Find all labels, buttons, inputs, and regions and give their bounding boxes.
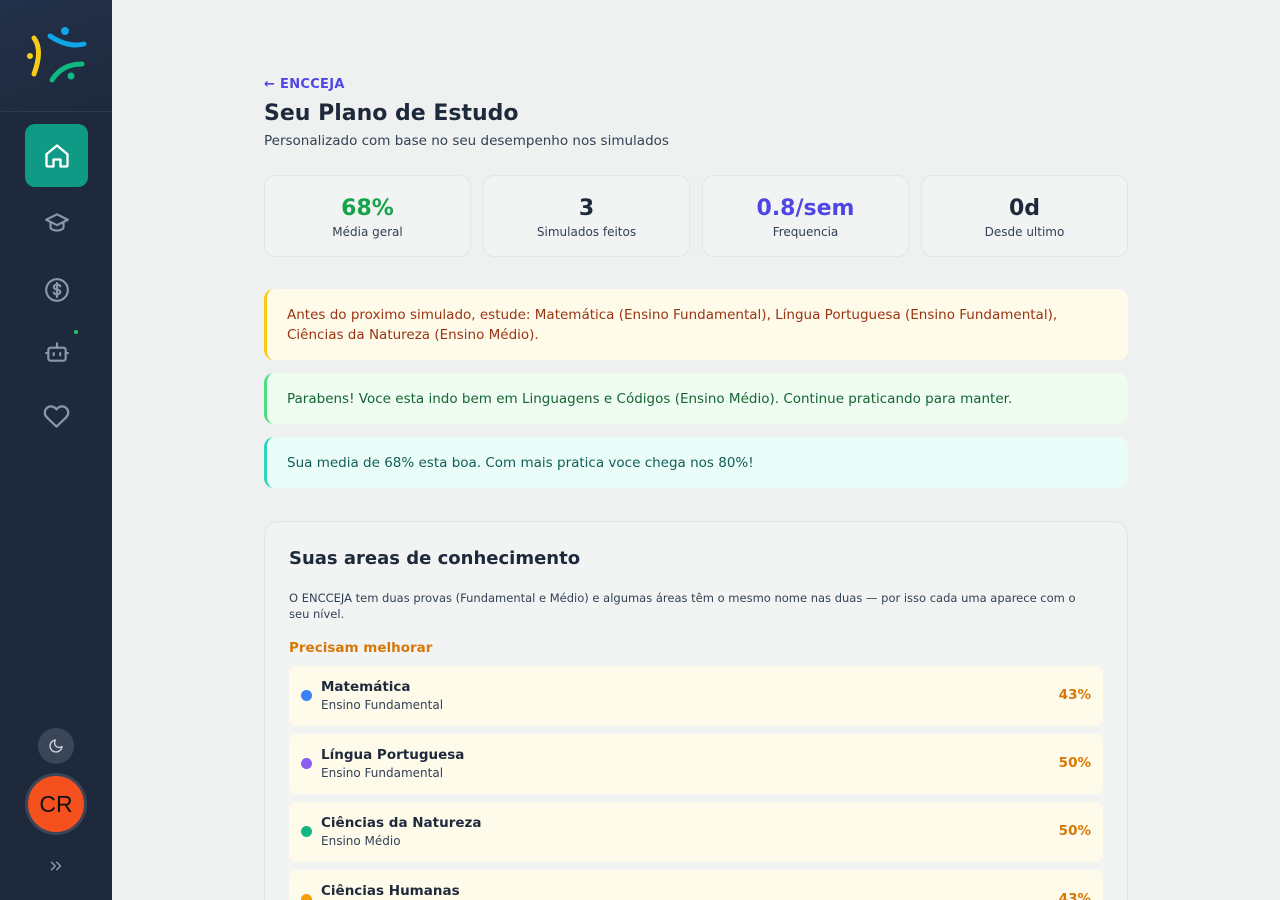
nav-courses[interactable]	[25, 191, 88, 254]
sidebar: CR	[0, 0, 112, 900]
area-row-lingua-portuguesa[interactable]: Língua Portuguesa Ensino Fundamental 50%	[289, 734, 1103, 794]
nav-finance[interactable]	[25, 258, 88, 321]
heart-icon	[43, 405, 70, 428]
logo[interactable]	[0, 0, 112, 112]
stat-card-frequency: 0.8/sem Frequencia	[702, 175, 909, 257]
card-description: O ENCCEJA tem duas provas (Fundamental e…	[289, 591, 1076, 621]
area-row-matematica[interactable]: Matemática Ensino Fundamental 43%	[289, 666, 1103, 726]
nav-assistant[interactable]	[25, 320, 88, 383]
alert-text: Parabens! Voce esta indo bem em Linguage…	[287, 390, 1013, 407]
area-color-dot	[301, 894, 312, 900]
home-icon	[44, 143, 69, 168]
knowledge-areas-card: Suas areas de conhecimento O ENCCEJA tem…	[264, 521, 1128, 900]
area-percent: 43%	[1058, 687, 1091, 703]
area-name: Língua Portuguesa	[321, 747, 465, 763]
area-level: Ensino Fundamental	[321, 766, 444, 780]
stats-row: 68% Média geral 3 Simulados feitos 0.8/s…	[264, 175, 1128, 257]
avatar[interactable]: CR	[25, 773, 87, 835]
alert-text: Sua media de 68% esta boa. Com mais prat…	[287, 454, 754, 471]
area-percent: 43%	[1058, 891, 1091, 900]
area-name: Ciências da Natureza	[321, 815, 482, 831]
stat-label: Desde ultimo	[984, 225, 1065, 239]
stat-card-simulations: 3 Simulados feitos	[483, 175, 690, 257]
nav-favorites[interactable]	[25, 385, 88, 448]
dollar-circle-icon	[44, 277, 69, 302]
area-row-ciencias-humanas[interactable]: Ciências Humanas 43%	[289, 870, 1103, 900]
stat-label: Frequencia	[772, 225, 839, 239]
area-percent: 50%	[1058, 823, 1091, 839]
area-color-dot	[301, 826, 312, 837]
stat-card-average: 68% Média geral	[264, 175, 471, 257]
graduation-cap-icon	[44, 212, 69, 232]
area-color-dot	[301, 690, 312, 701]
notification-dot	[74, 330, 78, 334]
alert-study-recommendation: Antes do proximo simulado, estude: Matem…	[264, 289, 1128, 360]
area-percent: 50%	[1058, 755, 1091, 771]
page-title: Seu Plano de Estudo	[264, 101, 519, 126]
stat-label: Simulados feitos	[536, 225, 637, 239]
area-level: Ensino Médio	[321, 834, 401, 848]
area-name: Ciências Humanas	[321, 883, 460, 899]
chevrons-right-icon	[50, 861, 62, 871]
stat-label: Média geral	[332, 225, 403, 239]
alert-text: Antes do proximo simulado, estude: Matem…	[287, 306, 1058, 343]
stat-value: 0d	[1008, 196, 1041, 221]
stat-value: 0.8/sem	[756, 196, 855, 221]
stat-value: 3	[578, 196, 595, 221]
area-name: Matemática	[321, 679, 411, 695]
area-level: Ensino Fundamental	[321, 698, 444, 712]
area-row-ciencias-natureza[interactable]: Ciências da Natureza Ensino Médio 50%	[289, 802, 1103, 862]
card-title: Suas areas de conhecimento	[289, 548, 581, 569]
theme-toggle-button[interactable]	[38, 728, 74, 764]
needs-improvement-label: Precisam melhorar	[289, 640, 433, 656]
area-color-dot	[301, 758, 312, 769]
nav-home[interactable]	[25, 124, 88, 187]
bot-icon	[44, 341, 69, 362]
stat-card-since-last: 0d Desde ultimo	[921, 175, 1128, 257]
moon-icon	[49, 739, 63, 753]
logo-icon	[27, 27, 87, 83]
back-link[interactable]: ← ENCCEJA	[264, 77, 345, 92]
expand-sidebar-button[interactable]	[44, 855, 68, 877]
page-subtitle: Personalizado com base no seu desempenho…	[264, 133, 669, 149]
stat-value: 68%	[341, 196, 394, 221]
alert-congratulations: Parabens! Voce esta indo bem em Linguage…	[264, 373, 1128, 424]
alert-average-info: Sua media de 68% esta boa. Com mais prat…	[264, 437, 1128, 488]
